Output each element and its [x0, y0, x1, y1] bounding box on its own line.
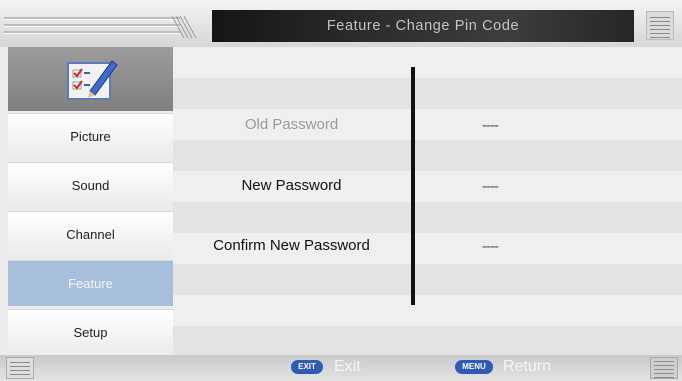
page-title-bar: Feature - Change Pin Code: [212, 10, 634, 42]
checklist-edit-icon: [66, 60, 118, 100]
sidebar-item-label: Channel: [66, 227, 115, 242]
sidebar-item-picture[interactable]: Picture: [8, 113, 173, 159]
sidebar-item-feature[interactable]: Feature: [8, 260, 173, 306]
header-bar: Feature - Change Pin Code: [0, 0, 682, 47]
sidebar-item-label: Feature: [68, 276, 113, 291]
old-password-label: Old Password: [244, 116, 339, 133]
row-stripe: [173, 202, 682, 233]
old-password-field[interactable]: ----: [482, 117, 499, 134]
confirm-password-label: Confirm New Password: [213, 237, 370, 254]
sidebar-item-label: Sound: [71, 178, 110, 193]
row-stripe: [173, 78, 682, 109]
new-password-field[interactable]: ----: [482, 178, 499, 195]
footer-bar: EXIT Exit MENU Return: [0, 355, 682, 381]
header-decoration-left: [4, 16, 198, 38]
feature-menu-icon-box: [8, 47, 173, 111]
row-stripe: [173, 140, 682, 171]
row-stripe: [173, 326, 682, 357]
exit-key-badge[interactable]: EXIT: [291, 360, 323, 374]
confirm-password-field[interactable]: ----: [482, 238, 499, 255]
page-title: Feature - Change Pin Code: [326, 18, 520, 34]
sidebar-item-label: Setup: [73, 325, 108, 340]
sidebar-item-setup[interactable]: Setup: [8, 309, 173, 355]
exit-label[interactable]: Exit: [334, 358, 361, 376]
column-divider: [411, 67, 415, 305]
change-pin-panel: Old Password ---- New Password ---- Conf…: [173, 47, 682, 357]
row-stripe: [173, 264, 682, 295]
header-slant-icon: [172, 16, 197, 38]
sidebar-item-sound[interactable]: Sound: [8, 162, 173, 208]
new-password-label: New Password: [241, 177, 342, 194]
menu-key-badge[interactable]: MENU: [455, 360, 493, 374]
return-label[interactable]: Return: [503, 358, 551, 376]
sidebar-item-label: Picture: [70, 129, 111, 144]
header-lines-icon: [646, 11, 674, 40]
footer-lines-icon-left: [6, 357, 34, 379]
sidebar-menu: Picture Sound Channel Feature Setup: [8, 47, 173, 355]
sidebar-item-channel[interactable]: Channel: [8, 211, 173, 257]
footer-lines-icon-right: [650, 357, 678, 379]
